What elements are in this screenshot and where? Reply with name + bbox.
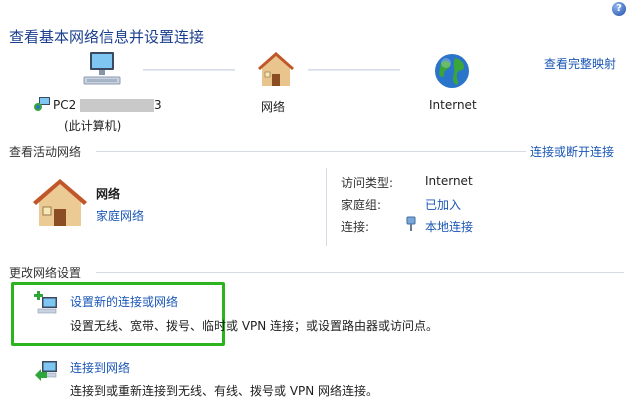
new-connection-icon: [33, 291, 59, 320]
change-settings-heading: 更改网络设置: [9, 266, 82, 280]
redacted-name: [80, 99, 154, 112]
globe-icon: [432, 51, 472, 94]
connect-disconnect-link[interactable]: 连接或断开连接: [530, 143, 614, 160]
connections-label: 连接:: [341, 220, 370, 234]
local-connection-link[interactable]: 本地连接: [425, 218, 473, 235]
view-full-map-link[interactable]: 查看完整映射: [544, 55, 616, 72]
network-map-label: 网络: [261, 100, 286, 114]
computer-icon: [78, 50, 126, 91]
active-networks-heading: 查看活动网络: [9, 145, 82, 159]
setup-new-connection-link[interactable]: 设置新的连接或网络: [70, 293, 178, 310]
section-divider: [96, 272, 624, 273]
homegroup-link[interactable]: 已加入: [425, 196, 461, 213]
internet-label: Internet: [429, 98, 477, 112]
network-name: 网络: [96, 187, 121, 201]
access-type-value: Internet: [425, 174, 473, 188]
section-divider: [96, 151, 526, 152]
connector-line: [143, 69, 235, 71]
computer-small-icon: [33, 96, 51, 115]
help-icon[interactable]: ?: [612, 2, 626, 16]
connect-network-icon: [33, 357, 59, 386]
network-type-link[interactable]: 家庭网络: [96, 207, 144, 224]
computer-subtitle: (此计算机): [64, 119, 122, 133]
connector-line: [308, 69, 400, 71]
setup-new-connection-desc: 设置无线、宽带、拨号、临时或 VPN 连接；或设置路由器或访问点。: [70, 319, 439, 333]
computer-name: PC2: [53, 98, 77, 112]
page-title: 查看基本网络信息并设置连接: [9, 28, 205, 46]
access-type-label: 访问类型:: [341, 176, 394, 190]
ethernet-icon: [404, 216, 418, 235]
connect-to-network-link[interactable]: 连接到网络: [70, 359, 130, 376]
computer-name-suffix: 3: [154, 98, 162, 112]
homegroup-label: 家庭组:: [341, 198, 382, 212]
vertical-divider: [326, 168, 327, 246]
connect-to-network-desc: 连接到或重新连接到无线、有线、拨号或 VPN 网络连接。: [70, 384, 379, 398]
house-icon: [256, 50, 296, 91]
home-network-icon: [30, 176, 90, 231]
